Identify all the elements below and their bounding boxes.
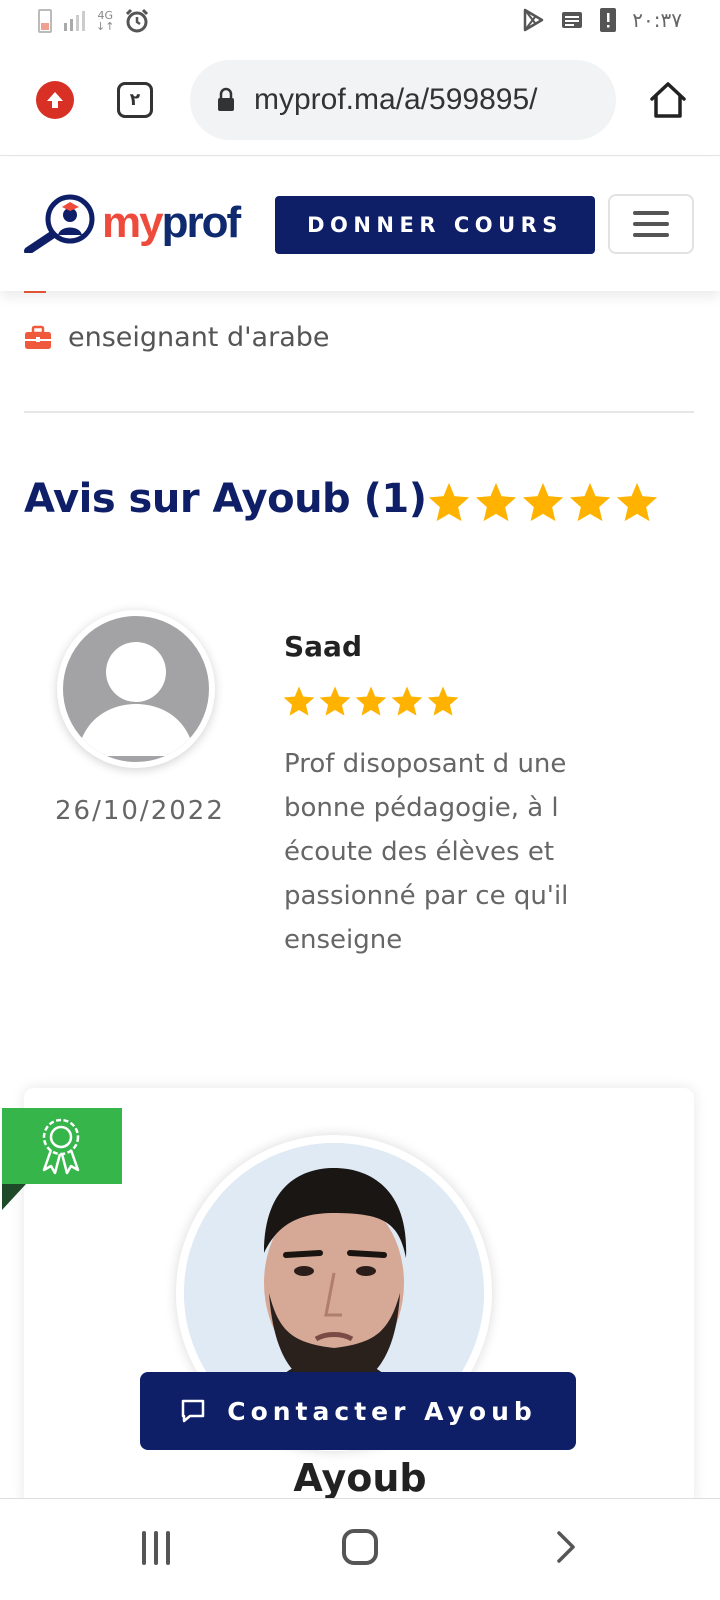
star-icon: [616, 482, 658, 522]
review-date: 26/10/2022: [55, 796, 225, 826]
star-icon: [283, 686, 315, 716]
back-icon[interactable]: [545, 1527, 585, 1567]
user-icon: [63, 616, 209, 762]
briefcase-icon: [25, 325, 51, 349]
award-ribbon-icon: [42, 1118, 80, 1175]
divider: [24, 411, 694, 413]
url-text: myprof.ma/a/599895/: [254, 83, 538, 116]
job-row: enseignant d'arabe: [24, 322, 329, 353]
news-icon: [562, 12, 583, 28]
reviewer-name: Saad: [284, 630, 362, 663]
tab-count: ٢: [129, 90, 141, 110]
profile-name: Ayoub: [293, 1456, 427, 1500]
contact-button[interactable]: Contacter Ayoub: [140, 1372, 576, 1450]
status-time: ٢٠:٣٧: [632, 8, 682, 32]
star-icon: [427, 686, 459, 716]
play-store-icon: [524, 8, 544, 32]
site-header: myprof DONNER COURS: [0, 157, 720, 291]
star-icon: [569, 482, 611, 522]
chat-icon: [181, 1399, 205, 1423]
contact-button-label: Contacter Ayoub: [227, 1396, 537, 1426]
upload-button[interactable]: [36, 81, 74, 119]
alert-icon: [600, 8, 617, 32]
tabs-button[interactable]: ٢: [117, 82, 153, 118]
star-icon: [475, 482, 517, 522]
browser-toolbar: ٢ myprof.ma/a/599895/: [0, 44, 720, 156]
system-nav-bar: [0, 1498, 720, 1600]
network-indicator: 4G ↓↑: [96, 9, 115, 33]
home-nav-icon[interactable]: [342, 1529, 378, 1565]
verified-badge: [2, 1108, 122, 1184]
review-rating-stars: [282, 685, 460, 717]
battery-icon: [38, 9, 52, 33]
upload-icon: [47, 92, 63, 108]
myprof-logo[interactable]: myprof: [22, 193, 241, 253]
lock-icon: [218, 87, 234, 111]
badge-fold: [2, 1184, 26, 1210]
star-icon: [522, 482, 564, 522]
star-icon: [428, 482, 470, 522]
status-bar: 4G ↓↑ ٢٠:٣٧: [0, 0, 720, 44]
review-text: Prof disoposant d une bonne pédagogie, à…: [284, 749, 569, 955]
reviews-rating-stars: [427, 481, 659, 523]
reviewer-avatar: [57, 610, 215, 768]
logo-text: myprof: [102, 198, 241, 247]
star-icon: [391, 686, 423, 716]
home-icon[interactable]: [648, 80, 688, 120]
star-icon: [319, 686, 351, 716]
recent-apps-icon[interactable]: [142, 1531, 176, 1565]
signal-icon: [64, 11, 85, 31]
url-bar[interactable]: myprof.ma/a/599895/: [190, 60, 616, 140]
hamburger-menu-button[interactable]: [608, 194, 694, 254]
star-icon: [355, 686, 387, 716]
job-label: enseignant d'arabe: [68, 322, 330, 353]
hamburger-icon: [633, 211, 669, 215]
reviews-title: Avis sur Ayoub (1): [24, 476, 427, 522]
magnifier-logo-icon: [24, 194, 95, 253]
donner-cours-button[interactable]: DONNER COURS: [275, 196, 595, 254]
alarm-icon: [126, 8, 149, 33]
